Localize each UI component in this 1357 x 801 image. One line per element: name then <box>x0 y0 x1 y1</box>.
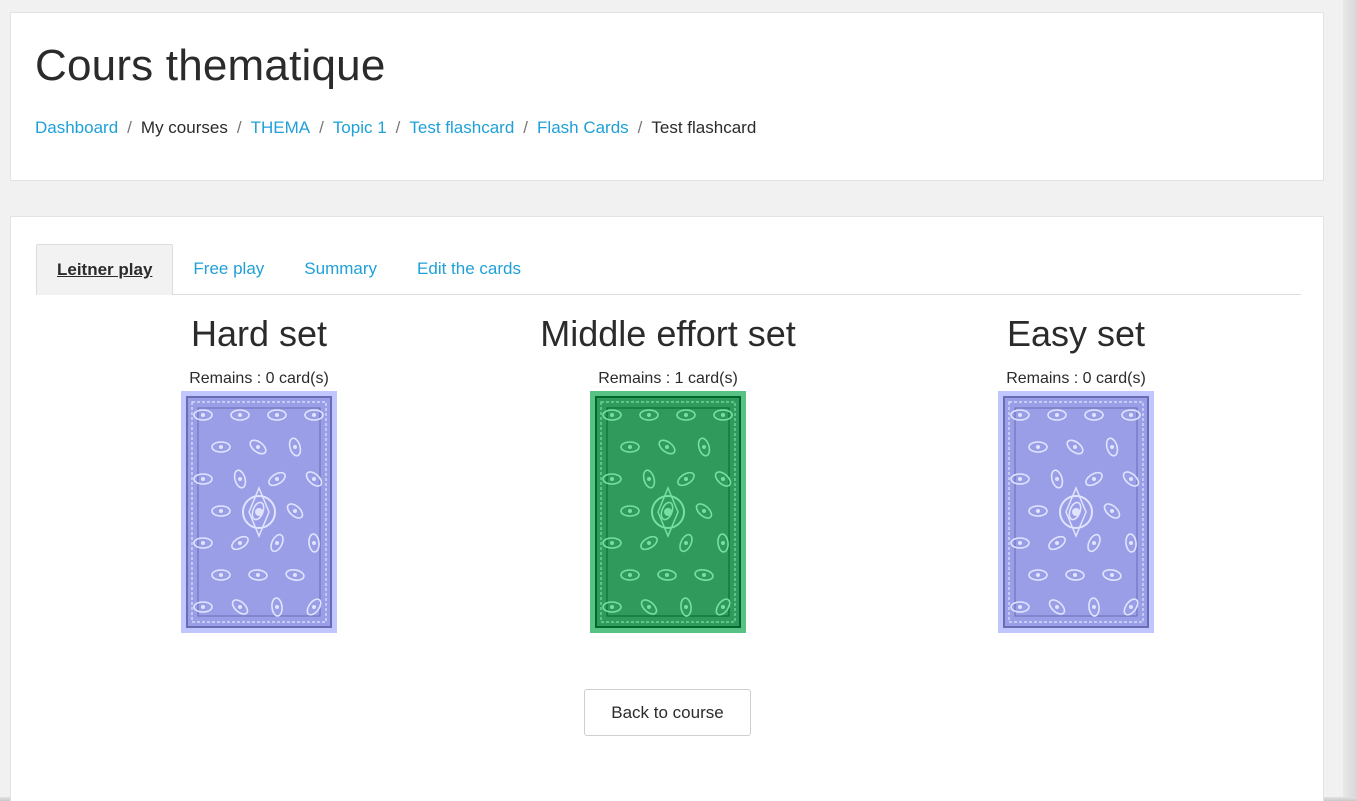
remains-unit: card(s) <box>688 370 738 387</box>
breadcrumb-topic-1[interactable]: Topic 1 <box>333 118 387 138</box>
deck-title: Middle effort set <box>540 313 796 354</box>
tab-summary[interactable]: Summary <box>284 244 397 294</box>
breadcrumb-separator: / <box>523 118 529 137</box>
tab-bar: Leitner play Free play Summary Edit the … <box>36 243 1301 295</box>
page-header: Cours thematique Dashboard / My courses … <box>10 12 1324 181</box>
breadcrumb-separator: / <box>127 118 132 137</box>
breadcrumb-thema[interactable]: THEMA <box>251 118 311 138</box>
remains-unit: card(s) <box>1096 370 1146 387</box>
page-title: Cours thematique <box>35 41 386 90</box>
breadcrumb-current: Test flashcard <box>651 118 757 137</box>
deck-remains: Remains : 0 card(s) <box>916 370 1236 388</box>
deck-remains: Remains : 1 card(s) <box>508 370 828 388</box>
deck-middle-effort-set: Middle effort set Remains : 1 card(s) <box>508 312 828 633</box>
deck-remains: Remains : 0 card(s) <box>99 370 419 388</box>
tab-leitner-play[interactable]: Leitner play <box>36 244 174 295</box>
breadcrumb-dashboard[interactable]: Dashboard <box>35 118 118 138</box>
card-back-hard <box>181 391 337 633</box>
breadcrumb-flash-cards[interactable]: Flash Cards <box>537 118 629 138</box>
deck-easy-set: Easy set Remains : 0 card(s) <box>916 312 1236 633</box>
tab-edit-cards[interactable]: Edit the cards <box>397 244 541 294</box>
card-back-easy <box>998 391 1154 633</box>
breadcrumb-separator: / <box>319 118 324 137</box>
remains-count: 0 <box>1082 370 1092 387</box>
remains-label: Remains : <box>598 370 671 387</box>
breadcrumb-separator: / <box>236 118 242 137</box>
tab-free-play[interactable]: Free play <box>173 244 284 294</box>
remains-count: 1 <box>674 370 684 387</box>
breadcrumb-separator: / <box>637 118 643 137</box>
main-content: Leitner play Free play Summary Edit the … <box>10 216 1324 801</box>
breadcrumb-test-flashcard[interactable]: Test flashcard <box>409 118 514 138</box>
back-to-course-button[interactable]: Back to course <box>584 689 751 736</box>
breadcrumb-separator: / <box>395 118 401 137</box>
breadcrumb: Dashboard / My courses / THEMA / Topic 1… <box>35 118 756 138</box>
window-edge-right <box>1343 0 1357 801</box>
remains-label: Remains : <box>189 370 262 387</box>
remains-count: 0 <box>265 370 275 387</box>
deck-title: Hard set <box>190 313 328 354</box>
remains-unit: card(s) <box>279 370 329 387</box>
deck-title: Easy set <box>1006 313 1146 354</box>
breadcrumb-my-courses: My courses <box>140 118 228 137</box>
deck-hard-set: Hard set Remains : 0 card(s) <box>99 312 419 633</box>
remains-label: Remains : <box>1006 370 1079 387</box>
card-back-middle[interactable] <box>590 391 746 633</box>
